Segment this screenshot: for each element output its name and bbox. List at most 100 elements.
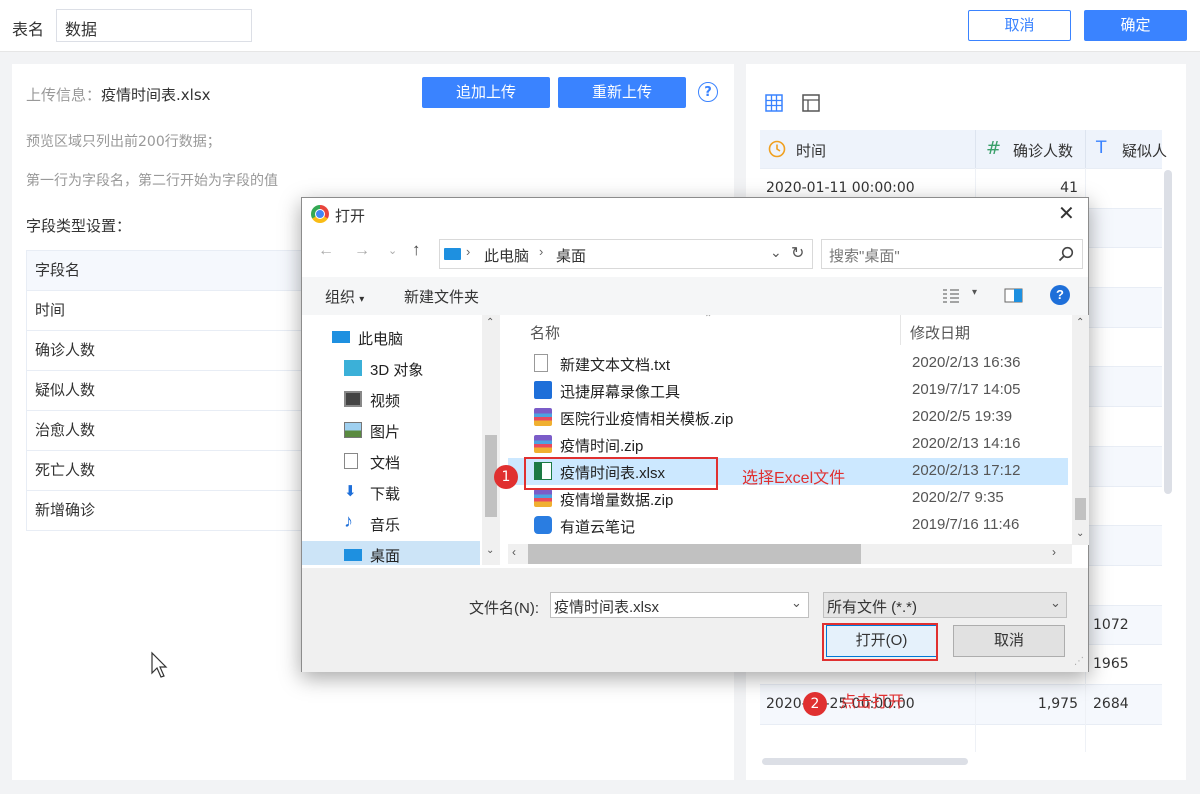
col-suspected-header: 疑似人 — [1122, 142, 1168, 160]
computer-icon — [332, 331, 350, 343]
forward-arrow-icon[interactable]: → — [354, 242, 370, 260]
music-icon: ♪ — [344, 511, 353, 531]
preview-vscrollbar[interactable] — [1164, 170, 1172, 494]
caret-down-icon[interactable]: ▾ — [972, 287, 977, 298]
confirm-button[interactable]: 确定 — [1084, 10, 1187, 41]
tree-item-label: 此电脑 — [358, 331, 404, 348]
table-name-value: 数据 — [65, 20, 98, 39]
cell-suspected: 2684 — [1093, 695, 1129, 712]
layout-view-icon[interactable] — [802, 94, 820, 112]
organize-menu[interactable]: 组织 ▾ — [325, 286, 364, 307]
scroll-down-icon[interactable]: ⌄ — [486, 545, 494, 556]
file-row[interactable]: 迅捷屏幕录像工具 2019/7/17 14:05 — [508, 377, 1068, 404]
table-name-label: 表名 — [12, 20, 45, 39]
computer-icon — [444, 248, 461, 260]
file-hscroll-thumb[interactable] — [528, 544, 861, 564]
upload-info: 上传信息：疫情时间表.xlsx — [26, 84, 211, 105]
search-icon — [1058, 246, 1074, 262]
tree-item-label: 桌面 — [370, 548, 401, 565]
chevron-down-icon: ⌄ — [1050, 595, 1061, 610]
refresh-icon[interactable]: ↻ — [791, 243, 804, 263]
dialog-cancel-button[interactable]: 取消 — [953, 625, 1065, 657]
zip-icon — [534, 435, 552, 453]
breadcrumb-item[interactable]: 此电脑 — [484, 245, 529, 266]
help-icon[interactable]: ? — [698, 82, 718, 102]
file-row[interactable]: 新建文本文档.txt 2020/2/13 16:36 — [508, 350, 1068, 377]
resize-grip-icon[interactable]: ⋰ — [1074, 656, 1084, 667]
preview-pane-icon[interactable] — [1004, 288, 1023, 303]
field-name: 治愈人数 — [35, 421, 96, 439]
col-name-header[interactable]: 名称 — [530, 322, 560, 343]
close-icon[interactable]: ✕ — [1058, 201, 1075, 226]
field-type-title: 字段类型设置： — [26, 217, 132, 235]
file-name: 迅捷屏幕录像工具 — [560, 384, 681, 401]
tree-scrollbar[interactable]: ⌃ ⌄ — [482, 315, 500, 565]
field-name: 确诊人数 — [35, 341, 96, 359]
file-name: 有道云笔记 — [560, 519, 636, 536]
cell-suspected: 1965 — [1093, 656, 1129, 673]
file-date: 2020/2/5 19:39 — [912, 408, 1013, 425]
file-name: 疫情时间.zip — [560, 438, 644, 455]
table-name-input[interactable]: 数据 — [56, 9, 252, 42]
col-divider — [900, 315, 901, 345]
preview-header-row: 时间 # 确诊人数 T 疑似人 — [760, 130, 1167, 169]
scroll-up-icon[interactable]: ⌃ — [486, 317, 494, 328]
search-input[interactable]: 搜索"桌面" — [821, 239, 1083, 269]
text-type-icon: T — [1096, 138, 1107, 158]
zip-icon — [534, 408, 552, 426]
scroll-left-icon[interactable]: ‹ — [512, 545, 516, 559]
breadcrumb-separator: › — [466, 244, 471, 259]
open-file-dialog: 打开 ✕ ← → ⌄ ↑ › 此电脑 › 桌面 ⌄ ↻ 搜索"桌面" 组织 ▾ … — [301, 197, 1089, 672]
upload-file-name: 疫情时间表.xlsx — [101, 86, 211, 104]
file-scroll-thumb[interactable] — [1075, 498, 1086, 520]
file-date: 2020/2/13 17:12 — [912, 462, 1021, 479]
scroll-right-icon[interactable]: › — [1052, 545, 1056, 559]
file-row[interactable]: 疫情时间.zip 2020/2/13 14:16 — [508, 431, 1068, 458]
new-folder-button[interactable]: 新建文件夹 — [404, 286, 479, 307]
hash-icon: # — [986, 138, 1002, 159]
text-file-icon — [534, 354, 548, 372]
chrome-icon — [311, 205, 329, 223]
file-date: 2019/7/16 11:46 — [912, 516, 1020, 533]
back-arrow-icon[interactable]: ← — [318, 242, 334, 260]
cancel-button[interactable]: 取消 — [968, 10, 1071, 41]
file-date: 2020/2/13 14:16 — [912, 435, 1021, 452]
filename-value: 疫情时间表.xlsx — [554, 599, 660, 616]
filetype-select[interactable]: 所有文件 (*.*) ⌄ — [823, 592, 1067, 618]
recent-dropdown-icon[interactable]: ⌄ — [388, 244, 397, 257]
tree-item-label: 图片 — [370, 424, 401, 441]
view-options-icon[interactable] — [942, 288, 960, 304]
field-header: 字段名 — [35, 261, 81, 279]
append-upload-button[interactable]: 追加上传 — [422, 77, 550, 108]
file-name: 新建文本文档.txt — [560, 357, 671, 374]
step-2-badge: 2 — [803, 692, 827, 716]
file-vscrollbar[interactable]: ⌃ ⌄ — [1072, 315, 1089, 545]
address-bar[interactable]: › 此电脑 › 桌面 ⌄ ↻ — [439, 239, 813, 269]
chevron-down-icon[interactable]: ⌄ — [770, 244, 782, 261]
file-hscrollbar[interactable]: ‹ › — [508, 544, 1072, 564]
col-divider — [1085, 130, 1086, 168]
cursor-icon — [151, 651, 168, 678]
reupload-button[interactable]: 重新上传 — [558, 77, 686, 108]
help-icon[interactable]: ? — [1050, 285, 1070, 305]
col-date-header[interactable]: 修改日期 — [910, 322, 970, 343]
breadcrumb-item[interactable]: 桌面 — [556, 245, 586, 266]
sort-up-icon: ⌃ — [704, 315, 713, 324]
scroll-down-icon[interactable]: ⌄ — [1076, 528, 1084, 539]
file-row[interactable]: 医院行业疫情相关模板.zip 2020/2/5 19:39 — [508, 404, 1068, 431]
chevron-down-icon[interactable]: ⌄ — [791, 595, 802, 611]
document-icon — [344, 453, 358, 469]
clock-icon — [768, 140, 786, 158]
filename-input[interactable]: 疫情时间表.xlsx ⌄ — [550, 592, 809, 618]
navigation-tree: 此电脑 3D 对象 视频 图片 文档 ⬇ 下载 ♪ 音乐 桌面 — [302, 315, 502, 565]
field-name: 时间 — [35, 301, 66, 319]
dialog-titlebar: 打开 ✕ — [302, 198, 1088, 230]
dialog-cancel-label: 取消 — [993, 632, 1024, 649]
download-icon: ⬇ — [344, 483, 357, 500]
up-arrow-icon[interactable]: ↑ — [412, 240, 421, 260]
grid-view-icon[interactable] — [765, 94, 783, 112]
file-row[interactable]: 有道云笔记 2019/7/16 11:46 — [508, 512, 1068, 539]
scroll-up-icon[interactable]: ⌃ — [1076, 317, 1084, 328]
preview-hscrollbar[interactable] — [762, 758, 968, 765]
cell-confirmed: 41 — [1060, 180, 1078, 196]
